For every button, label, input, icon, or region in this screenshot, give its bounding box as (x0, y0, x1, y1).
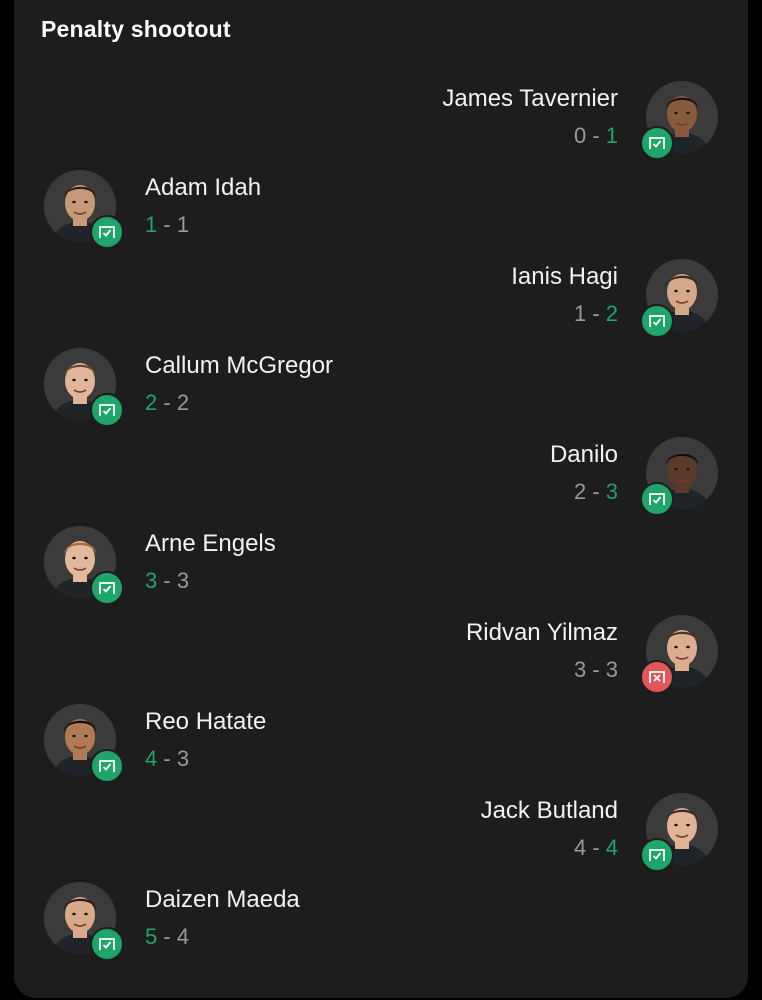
goal-check-icon (90, 393, 124, 427)
player-name: Danilo (549, 441, 618, 468)
away-score: 2 (176, 390, 190, 415)
running-score: 3 - 3 (574, 657, 618, 683)
penalty-kick-row[interactable]: Jack Butland 4 - 4 (0, 792, 762, 882)
score-separator: - (586, 657, 606, 682)
running-score: 1 - 2 (574, 301, 618, 327)
section-title: Penalty shootout (41, 16, 231, 42)
goal-check-icon (640, 482, 674, 516)
player-name: James Tavernier (442, 85, 618, 112)
penalty-kick-row[interactable]: Ridvan Yilmaz 3 - 3 (0, 614, 762, 704)
player-avatar[interactable] (640, 81, 718, 160)
home-score: 5 (145, 924, 158, 949)
player-avatar[interactable] (44, 882, 124, 961)
goal-cross-icon (640, 660, 674, 694)
home-score: 3 (573, 657, 587, 682)
home-score: 4 (573, 835, 587, 860)
score-separator: - (586, 301, 606, 326)
score-separator: - (157, 212, 177, 237)
penalty-kick-row[interactable]: James Tavernier 0 - 1 (0, 80, 762, 170)
player-avatar[interactable] (640, 437, 718, 516)
penalty-kick-row[interactable]: Callum McGregor 2 - 2 (0, 347, 762, 437)
penalty-kick-row[interactable]: Danilo 2 - 3 (0, 436, 762, 526)
score-separator: - (586, 835, 606, 860)
player-name: Reo Hatate (145, 708, 267, 735)
away-score: 1 (605, 123, 618, 148)
player-name: Jack Butland (480, 797, 618, 824)
away-score: 4 (605, 835, 618, 860)
score-separator: - (157, 390, 177, 415)
home-score: 3 (145, 568, 158, 593)
running-score: 4 - 3 (145, 746, 189, 772)
goal-check-icon (640, 126, 674, 160)
goal-check-icon (90, 571, 124, 605)
player-name: Ridvan Yilmaz (465, 619, 618, 646)
running-score: 5 - 4 (145, 924, 189, 950)
home-score: 4 (145, 746, 158, 771)
running-score: 2 - 2 (145, 390, 189, 416)
home-score: 0 (573, 123, 587, 148)
home-score: 2 (573, 479, 587, 504)
player-avatar[interactable] (44, 526, 124, 605)
away-score: 3 (176, 746, 190, 771)
score-separator: - (157, 746, 177, 771)
player-avatar[interactable] (640, 615, 718, 694)
running-score: 2 - 3 (574, 479, 618, 505)
away-score: 2 (605, 301, 618, 326)
player-avatar[interactable] (44, 170, 124, 249)
goal-check-icon (640, 304, 674, 338)
player-name: Daizen Maeda (145, 886, 300, 913)
goal-check-icon (90, 749, 124, 783)
goal-check-icon (90, 927, 124, 961)
running-score: 4 - 4 (574, 835, 618, 861)
running-score: 3 - 3 (145, 568, 189, 594)
player-name: Adam Idah (145, 174, 262, 201)
player-avatar[interactable] (640, 259, 718, 338)
goal-check-icon (90, 215, 124, 249)
player-avatar[interactable] (640, 793, 718, 872)
home-score: 2 (145, 390, 158, 415)
away-score: 4 (176, 924, 190, 949)
goal-check-icon (640, 838, 674, 872)
player-name: Ianis Hagi (511, 263, 618, 290)
penalty-kick-row[interactable]: Daizen Maeda 5 - 4 (0, 881, 762, 971)
home-score: 1 (145, 212, 158, 237)
penalty-kick-row[interactable]: Arne Engels 3 - 3 (0, 525, 762, 615)
away-score: 3 (176, 568, 190, 593)
player-name: Callum McGregor (145, 352, 334, 379)
player-name: Arne Engels (145, 530, 276, 557)
penalty-kick-row[interactable]: Reo Hatate 4 - 3 (0, 703, 762, 793)
penalty-kick-row[interactable]: Adam Idah 1 - 1 (0, 169, 762, 259)
away-score: 3 (605, 479, 618, 504)
running-score: 0 - 1 (574, 123, 618, 149)
away-score: 1 (176, 212, 190, 237)
home-score: 1 (573, 301, 587, 326)
score-separator: - (157, 924, 177, 949)
player-avatar[interactable] (44, 348, 124, 427)
player-avatar[interactable] (44, 704, 124, 783)
running-score: 1 - 1 (145, 212, 189, 238)
score-separator: - (586, 123, 606, 148)
away-score: 3 (605, 657, 618, 682)
score-separator: - (586, 479, 606, 504)
penalty-kick-row[interactable]: Ianis Hagi 1 - 2 (0, 258, 762, 348)
score-separator: - (157, 568, 177, 593)
